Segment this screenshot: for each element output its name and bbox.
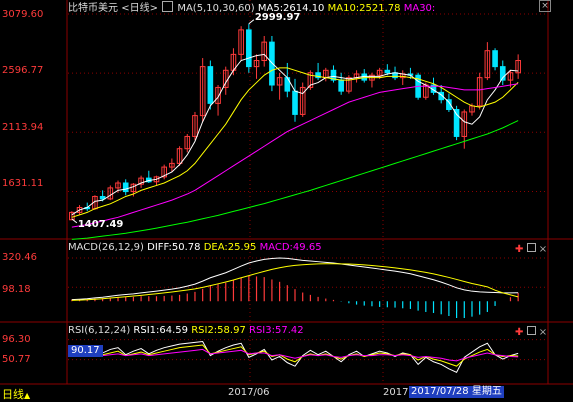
- ma5-value: MA5:2614.10: [257, 3, 325, 14]
- price-axis-label: 2596.77: [2, 65, 44, 76]
- rsi3-line: [71, 348, 519, 362]
- rsi2-line: [71, 344, 519, 367]
- candle-body: [384, 69, 391, 74]
- candle-body: [492, 50, 498, 68]
- cursor-date-badge: 2017/07/28 星期五: [409, 386, 504, 398]
- candle-body: [246, 29, 252, 68]
- ma-settings-icon[interactable]: [162, 1, 174, 12]
- rsi-label: RSI(6,12,24): [68, 325, 131, 336]
- year-label: 2017: [383, 387, 409, 398]
- candle-body: [338, 79, 344, 92]
- chart-canvas: 2999.971407.49: [0, 0, 573, 385]
- price-axis-label: 2113.94: [2, 122, 44, 133]
- maximize-panel-icon[interactable]: [526, 243, 536, 252]
- macd-panel: [71, 257, 519, 318]
- rsi-panel: [71, 340, 519, 373]
- rsi1-value: RSI1:64.59: [133, 325, 189, 336]
- price-axis-label: 3079.60: [2, 9, 44, 20]
- macd-axis-label: 320.46: [2, 252, 37, 263]
- add-indicator-icon[interactable]: ✚: [515, 327, 523, 338]
- ma30-value: MA30:: [403, 3, 436, 14]
- macd-value: MACD:49.65: [259, 242, 322, 253]
- maximize-panel-icon[interactable]: [526, 326, 536, 335]
- rsi3-value: RSI3:57.42: [249, 325, 304, 336]
- annotation-label: 1407.49: [78, 219, 124, 230]
- dea-value: DEA:25.95: [203, 242, 257, 253]
- price-panel: 2999.971407.49: [69, 12, 521, 240]
- rsi2-value: RSI2:58.97: [191, 325, 246, 336]
- rsi-axis-label: 96.30: [2, 334, 31, 345]
- rsi-cursor-value: 90.17: [68, 345, 103, 357]
- cursor-date: 2017/07/28: [411, 386, 469, 397]
- candle-body: [207, 66, 214, 104]
- macd-axis-label: 98.18: [2, 284, 31, 295]
- diff-value: DIFF:50.78: [147, 242, 201, 253]
- candle-body: [122, 182, 129, 193]
- panel-close-button[interactable]: ×: [539, 0, 551, 12]
- period-label: <日线>: [121, 3, 158, 14]
- date-label: 2017/06: [228, 387, 270, 398]
- arrow-up-icon: ▲: [24, 391, 31, 400]
- candle-body: [292, 90, 298, 115]
- price-axis-label: 1631.11: [2, 178, 44, 189]
- add-indicator-icon[interactable]: ✚: [515, 244, 523, 255]
- ma10-value: MA10:2521.78: [327, 3, 401, 14]
- close-panel-icon[interactable]: ×: [539, 327, 547, 338]
- rsi1-line: [71, 340, 519, 373]
- cursor-weekday: 星期五: [471, 386, 502, 397]
- rsi-axis-label: 50.77: [2, 354, 31, 365]
- chart-title: 比特币美元: [68, 3, 118, 14]
- ma5-line: [71, 53, 519, 216]
- macd-label: MACD(26,12,9): [68, 242, 144, 253]
- ma-label: MA(5,10,30,60): [177, 3, 255, 14]
- close-panel-icon[interactable]: ×: [539, 244, 547, 255]
